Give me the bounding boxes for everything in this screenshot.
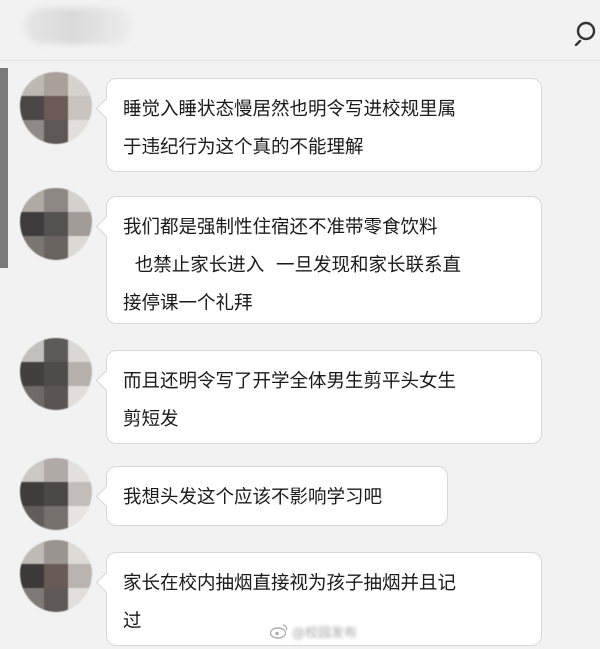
avatar[interactable] (20, 458, 92, 530)
message-bubble[interactable]: 我想头发这个应该不影响学习吧 (106, 466, 448, 526)
weibo-watermark: @校园发布 (270, 620, 357, 642)
avatar[interactable] (20, 338, 92, 410)
watermark-text: @校园发布 (292, 625, 358, 641)
weibo-icon (270, 624, 288, 639)
avatar[interactable] (20, 188, 92, 260)
message-bubble[interactable]: 而且还明令写了开学全体男生剪平头女生 剪短发 (106, 350, 542, 444)
message-bubble[interactable]: 我们都是强制性住宿还不准带零食饮料 也禁止家长进入 一旦发现和家长联系直 接停课… (106, 196, 542, 324)
avatar[interactable] (20, 540, 92, 612)
search-icon[interactable] (574, 20, 600, 46)
message-bubble[interactable]: 睡觉入睡状态慢居然也明令写进校规里属 于违纪行为这个真的不能理解 (106, 78, 542, 172)
chat-header (0, 0, 600, 61)
scrollbar[interactable] (0, 68, 8, 268)
avatar[interactable] (20, 72, 92, 144)
chat-title-blurred (24, 8, 132, 44)
